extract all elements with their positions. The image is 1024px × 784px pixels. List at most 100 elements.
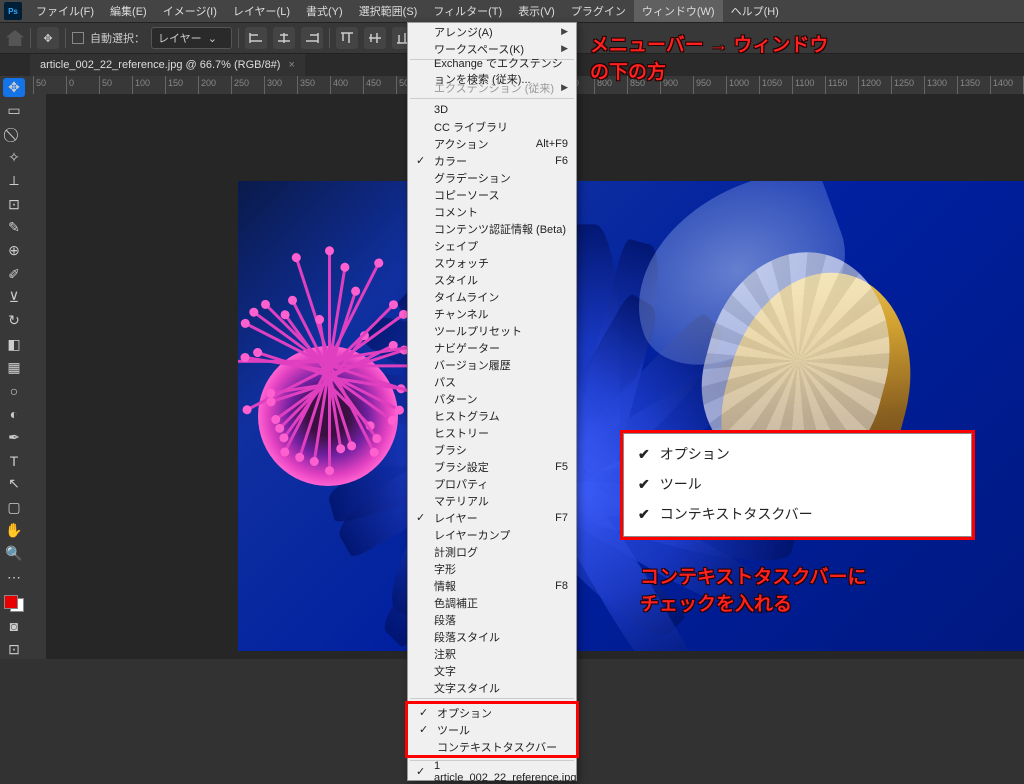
menu-item[interactable]: マテリアル <box>408 492 576 509</box>
menu-item[interactable]: スウォッチ <box>408 254 576 271</box>
menu-item[interactable]: ナビゲーター <box>408 339 576 356</box>
menu-item[interactable]: チャンネル <box>408 305 576 322</box>
menu-layer[interactable]: レイヤー(L) <box>225 0 298 22</box>
dodge-tool[interactable]: ◐ <box>3 404 25 423</box>
menu-plugin[interactable]: プラグイン <box>563 0 634 22</box>
pen-tool[interactable]: ✒ <box>3 428 25 447</box>
menu-item-label: ツール <box>437 722 470 738</box>
menu-item[interactable]: ✓レイヤーF7 <box>408 509 576 526</box>
menu-window[interactable]: ウィンドウ(W) <box>634 0 723 22</box>
menu-item[interactable]: コンテンツ認証情報 (Beta) <box>408 220 576 237</box>
menu-item[interactable]: 文字 <box>408 662 576 679</box>
stamp-tool[interactable]: ⊻ <box>3 288 25 307</box>
history-brush-tool[interactable]: ↻ <box>3 311 25 330</box>
crop-tool[interactable]: ⟂ <box>3 171 25 190</box>
quick-mask[interactable]: ◙ <box>3 616 25 635</box>
home-icon[interactable] <box>6 30 24 46</box>
menu-item[interactable]: 文字スタイル <box>408 679 576 696</box>
move-tool-icon[interactable]: ✥ <box>37 27 59 49</box>
menu-edit[interactable]: 編集(E) <box>102 0 155 22</box>
menu-item[interactable]: ✓ツール <box>411 721 573 738</box>
menu-item[interactable]: ✓オプション <box>411 704 573 721</box>
menu-item[interactable]: パターン <box>408 390 576 407</box>
align-left-icon[interactable] <box>245 27 267 49</box>
menu-item[interactable]: アレンジ(A)▶ <box>408 23 576 40</box>
document-tab[interactable]: article_002_22_reference.jpg @ 66.7% (RG… <box>30 54 305 76</box>
canvas-image[interactable] <box>238 181 1024 651</box>
heal-tool[interactable]: ⊕ <box>3 241 25 260</box>
screen-mode[interactable]: ⊡ <box>3 640 25 659</box>
type-tool[interactable]: T <box>3 451 25 470</box>
menu-item[interactable]: CC ライブラリ <box>408 118 576 135</box>
menu-item[interactable]: プロパティ <box>408 475 576 492</box>
menu-item[interactable]: レイヤーカンプ <box>408 526 576 543</box>
menu-type[interactable]: 書式(Y) <box>298 0 351 22</box>
separator <box>238 28 239 48</box>
menu-shortcut: Alt+F9 <box>536 138 568 150</box>
separator <box>65 28 66 48</box>
close-icon[interactable]: × <box>288 59 294 71</box>
menu-item[interactable]: アクションAlt+F9 <box>408 135 576 152</box>
menu-item[interactable]: タイムライン <box>408 288 576 305</box>
frame-tool[interactable]: ⊡ <box>3 195 25 214</box>
window-menu-dropdown: アレンジ(A)▶ワークスペース(K)▶Exchange でエクステンションを検索… <box>407 22 577 781</box>
menu-filter[interactable]: フィルター(T) <box>425 0 510 22</box>
lasso-tool[interactable]: ⃠ <box>3 125 25 144</box>
separator <box>329 28 330 48</box>
menu-item[interactable]: ブラシ <box>408 441 576 458</box>
hand-tool[interactable]: ✋ <box>3 521 25 540</box>
menu-item[interactable]: バージョン履歴 <box>408 356 576 373</box>
vertical-ruler[interactable] <box>28 94 46 659</box>
menu-item[interactable]: コピーソース <box>408 186 576 203</box>
menu-image[interactable]: イメージ(I) <box>155 0 225 22</box>
menu-item[interactable]: 字形 <box>408 560 576 577</box>
align-center-h-icon[interactable] <box>273 27 295 49</box>
align-center-v-icon[interactable] <box>364 27 386 49</box>
menu-item[interactable]: グラデーション <box>408 169 576 186</box>
align-right-icon[interactable] <box>301 27 323 49</box>
menu-item-label: コンテンツ認証情報 (Beta) <box>434 221 566 237</box>
menu-select[interactable]: 選択範囲(S) <box>351 0 426 22</box>
gradient-tool[interactable]: ▦ <box>3 358 25 377</box>
menu-item[interactable]: 色調補正 <box>408 594 576 611</box>
menu-item[interactable]: Exchange でエクステンションを検索 (従来)... <box>408 62 576 79</box>
edit-toolbar[interactable]: ⋯ <box>3 568 25 587</box>
menu-item[interactable]: 注釈 <box>408 645 576 662</box>
shape-tool[interactable]: ▢ <box>3 498 25 517</box>
brush-tool[interactable]: ✐ <box>3 265 25 284</box>
auto-select-checkbox[interactable] <box>72 32 84 44</box>
menu-item[interactable]: ヒストリー <box>408 424 576 441</box>
zoom-tool[interactable]: 🔍 <box>3 544 25 563</box>
align-top-icon[interactable] <box>336 27 358 49</box>
menu-item[interactable]: ツールプリセット <box>408 322 576 339</box>
menu-item[interactable]: スタイル <box>408 271 576 288</box>
menu-item[interactable]: ヒストグラム <box>408 407 576 424</box>
layer-dropdown[interactable]: レイヤー ⌄ <box>151 27 232 49</box>
menu-item[interactable]: 3D <box>408 101 576 118</box>
menu-file[interactable]: ファイル(F) <box>28 0 102 22</box>
menu-item[interactable]: 情報F8 <box>408 577 576 594</box>
menu-item[interactable]: コンテキストタスクバー <box>411 738 573 755</box>
marquee-tool[interactable]: ▭ <box>3 101 25 120</box>
menu-item[interactable]: エクステンション (従来)▶ <box>408 79 576 96</box>
eyedropper-tool[interactable]: ✎ <box>3 218 25 237</box>
menu-item[interactable]: パス <box>408 373 576 390</box>
move-tool[interactable]: ✥ <box>3 78 25 97</box>
ruler-tick: 50 <box>99 76 112 94</box>
menu-item[interactable]: シェイプ <box>408 237 576 254</box>
wand-tool[interactable]: ✧ <box>3 148 25 167</box>
menu-item[interactable]: 段落スタイル <box>408 628 576 645</box>
menu-item[interactable]: ブラシ設定F5 <box>408 458 576 475</box>
menu-item[interactable]: コメント <box>408 203 576 220</box>
menu-view[interactable]: 表示(V) <box>510 0 563 22</box>
menu-item-label: ブラシ <box>434 442 467 458</box>
menu-item[interactable]: ✓カラーF6 <box>408 152 576 169</box>
color-swatch[interactable] <box>4 595 24 613</box>
blur-tool[interactable]: ○ <box>3 381 25 400</box>
menu-help[interactable]: ヘルプ(H) <box>723 0 787 22</box>
eraser-tool[interactable]: ◧ <box>3 334 25 353</box>
path-tool[interactable]: ↖ <box>3 474 25 493</box>
menu-item[interactable]: 段落 <box>408 611 576 628</box>
menu-item[interactable]: ✓1 article_002_22_reference.jpg <box>408 763 576 780</box>
menu-item[interactable]: 計測ログ <box>408 543 576 560</box>
